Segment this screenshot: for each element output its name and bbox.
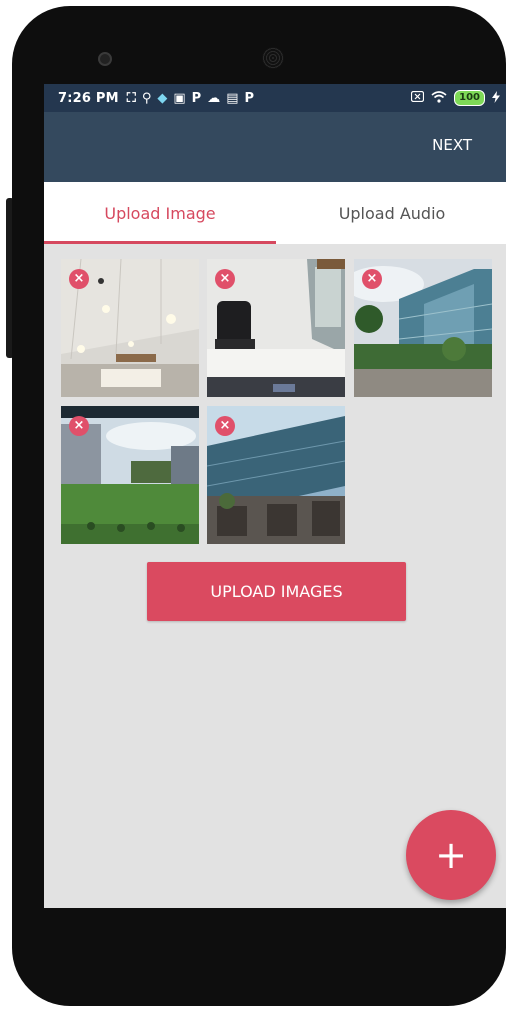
status-left-icons: ⛶ ⚲ ◆ ▣ P ☁ ▤ P <box>127 91 254 106</box>
remove-image-button[interactable]: × <box>362 269 382 289</box>
charging-icon <box>492 90 500 106</box>
card-icon: ▤ <box>226 90 239 106</box>
battery-icon: 100 <box>454 90 485 106</box>
add-fab-button[interactable]: + <box>406 810 496 900</box>
remove-image-button[interactable]: × <box>69 269 89 289</box>
location-pin-icon: ⚲ <box>141 90 152 106</box>
image-thumbnail[interactable]: × <box>207 406 345 544</box>
tab-upload-audio[interactable]: Upload Audio <box>276 182 506 244</box>
status-time: 7:26 PM <box>58 90 119 106</box>
wifi-icon <box>431 90 447 106</box>
tab-bar: Upload Image Upload Audio <box>44 182 506 244</box>
image-grid: × × × × × <box>61 259 501 549</box>
image-thumbnail[interactable]: × <box>61 406 199 544</box>
p-icon: P <box>244 90 255 106</box>
tab-upload-image[interactable]: Upload Image <box>44 182 276 244</box>
camera-icon <box>98 52 112 66</box>
image-thumbnail[interactable]: × <box>354 259 492 397</box>
remove-image-button[interactable]: × <box>69 416 89 436</box>
cloud-icon: ☁ <box>207 90 221 106</box>
phone-frame: 7:26 PM ⛶ ⚲ ◆ ▣ P ☁ ▤ P 100 NEXT Upload … <box>12 6 506 1006</box>
status-bar: 7:26 PM ⛶ ⚲ ◆ ▣ P ☁ ▤ P 100 <box>44 84 506 112</box>
speaker-grille <box>262 47 284 69</box>
p-icon: P <box>191 90 202 106</box>
remove-image-button[interactable]: × <box>215 269 235 289</box>
calendar-icon: ▣ <box>173 90 186 106</box>
app-icon: ◆ <box>157 90 168 106</box>
sim-icon <box>411 90 425 105</box>
upload-images-button[interactable]: UPLOAD IMAGES <box>147 562 406 621</box>
image-thumbnail[interactable]: × <box>61 259 199 397</box>
app-toolbar: NEXT <box>44 112 506 182</box>
app-screen: 7:26 PM ⛶ ⚲ ◆ ▣ P ☁ ▤ P 100 NEXT Upload … <box>44 84 506 908</box>
remove-image-button[interactable]: × <box>215 416 235 436</box>
image-icon: ⛶ <box>126 90 136 106</box>
image-thumbnail[interactable]: × <box>207 259 345 397</box>
next-button[interactable]: NEXT <box>432 136 472 154</box>
status-right-icons: 100 <box>411 84 500 112</box>
